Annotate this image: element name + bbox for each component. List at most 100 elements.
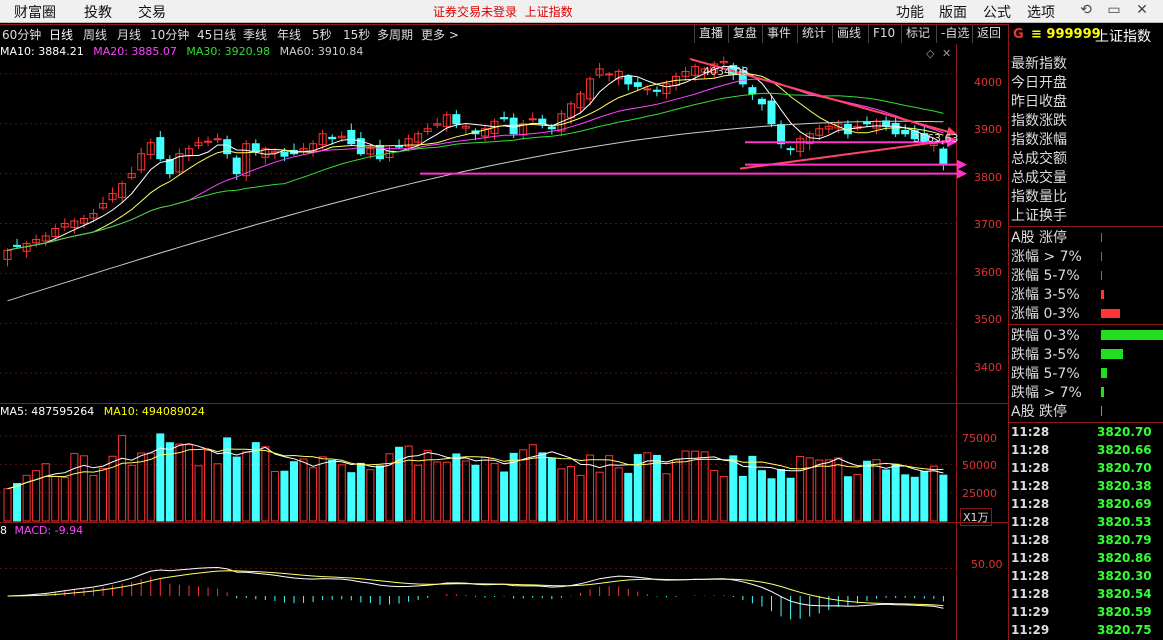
kline-chart[interactable] [0,24,1008,640]
refresh-icon[interactable]: ⟲ [1077,1,1095,19]
high-price-label: 4034.08 [703,65,749,78]
volume-bar [232,456,241,522]
volume-bar [796,455,805,522]
vol-tick-50000: 50000 [962,459,997,472]
menu-gongshi[interactable]: 公式 [983,2,1011,22]
stat-turnover-rate: 上证换手 [1011,208,1067,224]
volume-bar [423,449,432,522]
tick-price: 3820.70 [1097,425,1152,439]
candle-body [757,98,766,105]
candle-body [652,89,661,92]
volume-bar [757,470,766,522]
volume-bar [882,469,891,522]
candle-body [891,122,900,135]
volume-bar [872,459,881,522]
volume-bar [261,446,270,522]
candle-body [633,82,642,87]
vol-tick-25000: 25000 [962,487,997,500]
volume-bar [99,467,107,522]
security-name: 上证指数 [1095,29,1151,45]
breadth-down-bar [1101,368,1107,378]
volume-bar [204,449,213,522]
menu-jiaoyi[interactable]: 交易 [138,2,166,22]
candle-body [748,87,757,95]
candle-body [528,118,537,121]
tick-price: 3820.30 [1097,569,1152,583]
vol-tick-75000: 75000 [962,432,997,445]
breadth-up-bar [1101,233,1102,242]
breadth-down-bar [1101,330,1163,340]
price-tick-3700: 3700 [974,218,1002,231]
tick-time: 11:28 [1011,569,1050,583]
menu-banmian[interactable]: 版面 [939,2,967,22]
breadth-down-bar [1101,349,1123,359]
right-info-panel: G ≡ 999999 上证指数 最新指数 今日开盘 昨日收盘 指数涨跌 指数涨幅… [1008,24,1163,640]
macd-dea-line [7,570,944,607]
candle-body [786,148,795,151]
volume-bar [309,467,318,522]
volume-bar [624,472,633,522]
volume-bar [270,470,279,522]
menu-caifuquan[interactable]: 财富圈 [14,2,56,22]
volume-bar [442,461,451,522]
volume-bar [910,476,919,522]
volume-bar [375,465,384,522]
minimize-icon[interactable]: ▭ [1105,1,1123,19]
candle-body [13,244,22,247]
volume-bar [557,468,566,522]
tick-price: 3820.75 [1097,623,1152,637]
volume-bar [242,451,251,522]
vol-ma10: MA10: 494089024 [103,405,205,418]
breadth-down-gt7: 跌幅 > 7% [1011,385,1082,401]
volume-bar [815,459,824,522]
volume-bar [547,457,556,522]
menu-gongneng[interactable]: 功能 [896,2,924,22]
volume-bar [853,473,862,522]
ma-line [7,65,944,251]
candle-body [605,73,614,76]
volume-bar [156,433,165,522]
volume-bar [576,474,585,522]
ma60-line [7,120,944,302]
close-icon[interactable]: ✕ [1133,1,1151,19]
tick-price: 3820.59 [1097,605,1152,619]
macd-tick-50: 50.00 [971,558,1003,571]
menu-xuanxiang[interactable]: 选项 [1027,2,1055,22]
tick-price: 3820.53 [1097,515,1152,529]
tick-time: 11:28 [1011,551,1050,565]
candle-body [863,121,871,125]
breadth-down-5-7: 跌幅 5-7% [1011,366,1080,382]
volume-bar [32,470,41,522]
volume-bar [729,455,738,522]
notice-security-name: 上证指数 [524,5,573,19]
volume-bar [251,442,260,522]
candle-body [547,126,556,130]
tick-price: 3820.79 [1097,533,1152,547]
volume-bar [280,470,289,522]
volume-bar [500,471,509,522]
vol-ma5: MA5: 487595264 [0,405,95,418]
candle-body [624,75,633,85]
candle-body [280,151,289,157]
candle-body [500,117,509,120]
security-title: G ≡ 999999 上证指数 [1009,24,1163,46]
macd-dif-line [7,566,944,609]
login-notice[interactable]: 证券交易未登录 上证指数 [433,3,573,20]
volume-bar [366,469,375,522]
price-tick-3900: 3900 [974,123,1002,136]
breadth-up-gt7: 涨幅 > 7% [1011,249,1082,265]
breadth-up-limit: A股 涨停 [1011,230,1068,246]
volume-bar [70,452,79,522]
stat-volume-ratio: 指数量比 [1011,189,1067,205]
tick-time: 11:29 [1011,623,1050,637]
volume-bar [672,459,680,522]
volume-bar [299,458,308,522]
volume-bar [738,475,747,522]
volume-bar [347,472,356,522]
tick-time: 11:28 [1011,587,1050,601]
candle-body [643,88,652,91]
menu-toujiao[interactable]: 投教 [84,2,112,22]
macd-prefix: 8 [0,524,7,537]
volume-bar [901,474,910,522]
ma-line [7,92,944,251]
